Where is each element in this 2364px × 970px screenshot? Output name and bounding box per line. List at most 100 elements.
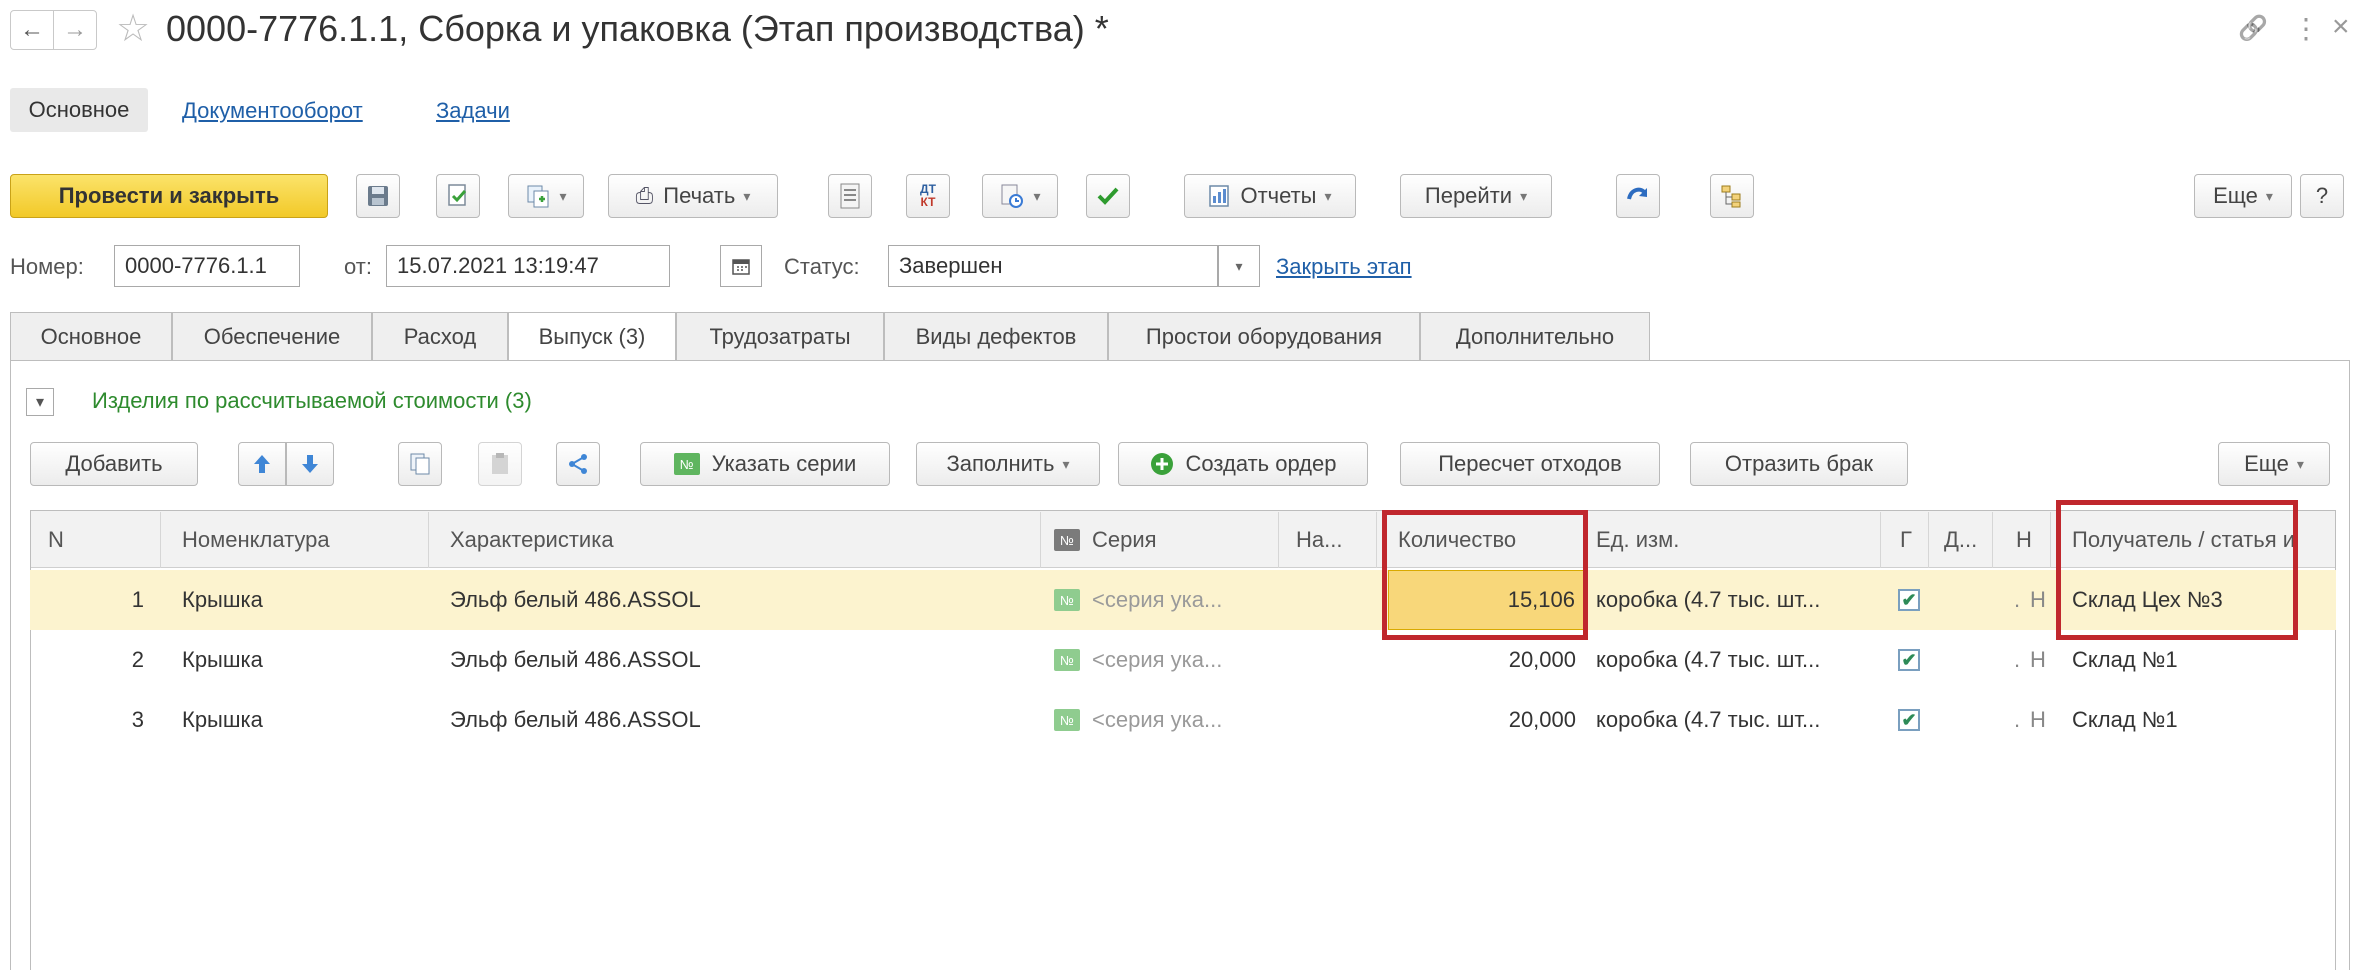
checkbox[interactable]: ✔ — [1898, 589, 1920, 611]
cell-unit[interactable]: коробка (4.7 тыс. шт... — [1596, 630, 1886, 690]
checkbox[interactable]: ✔ — [1898, 649, 1920, 671]
post-document-button[interactable] — [436, 174, 480, 218]
cell-g-checkbox[interactable]: ✔ — [1898, 630, 1938, 690]
reflect-defect-button[interactable]: Отразить брак — [1690, 442, 1908, 486]
more-options-icon[interactable]: ⋮ — [2292, 12, 2320, 45]
reports-button[interactable]: Отчеты ▾ — [1184, 174, 1356, 218]
help-button[interactable]: ? — [2300, 174, 2344, 218]
cell-n[interactable]: 3 — [48, 690, 144, 750]
structure-button[interactable]: ▾ — [982, 174, 1058, 218]
col-header-unit[interactable]: Ед. изм. — [1596, 512, 1679, 568]
cell-characteristic[interactable]: Эльф белый 486.ASSOL — [450, 690, 1050, 750]
paste-button[interactable] — [478, 442, 522, 486]
copy-icon — [410, 453, 430, 475]
col-header-na[interactable]: На... — [1296, 512, 1342, 568]
follow-link-button[interactable] — [1616, 174, 1660, 218]
tab-7[interactable]: Дополнительно — [1420, 312, 1650, 360]
share-button[interactable] — [556, 442, 600, 486]
cell-characteristic[interactable]: Эльф белый 486.ASSOL — [450, 570, 1050, 630]
report-icon — [1209, 185, 1230, 207]
cell-n[interactable]: 2 — [48, 630, 144, 690]
top-tab-main[interactable]: Основное — [10, 88, 148, 132]
close-icon[interactable]: × — [2332, 10, 2350, 44]
cell-h[interactable]: Н — [2030, 690, 2060, 750]
tab-6[interactable]: Простои оборудования — [1108, 312, 1420, 360]
cell-characteristic[interactable]: Эльф белый 486.ASSOL — [450, 630, 1050, 690]
cell-unit[interactable]: коробка (4.7 тыс. шт... — [1596, 690, 1886, 750]
tab-4[interactable]: Трудозатраты — [676, 312, 884, 360]
cell-quantity[interactable]: 20,000 — [1388, 690, 1584, 750]
cell-nomenclature[interactable]: Крышка — [182, 630, 442, 690]
nav-forward-button[interactable]: → — [53, 10, 97, 50]
tab-0[interactable]: Основное — [10, 312, 172, 360]
col-header-n[interactable]: N — [48, 512, 64, 568]
save-button[interactable] — [356, 174, 400, 218]
col-header-nomenclature[interactable]: Номенклатура — [182, 512, 330, 568]
arrow-right-icon: → — [63, 16, 87, 43]
cell-recipient[interactable]: Склад №1 — [2072, 690, 2332, 750]
tab-label: Расход — [403, 323, 477, 349]
cell-series[interactable]: № <серия ука... — [1054, 630, 1294, 690]
date-field[interactable]: 15.07.2021 13:19:47 — [386, 245, 670, 287]
fill-button[interactable]: Заполнить ▾ — [916, 442, 1100, 486]
col-header-h[interactable]: Н — [2016, 512, 2032, 568]
toolbar-more-label: Еще — [2213, 183, 2258, 208]
cell-unit[interactable]: коробка (4.7 тыс. шт... — [1596, 570, 1886, 630]
tab-label: Обеспечение — [203, 323, 341, 349]
table-more-button[interactable]: Еще ▾ — [2218, 442, 2330, 486]
specify-series-button[interactable]: № Указать серии — [640, 442, 890, 486]
post-and-close-button[interactable]: Провести и закрыть — [10, 174, 328, 218]
cell-nomenclature[interactable]: Крышка — [182, 690, 442, 750]
create-based-on-button[interactable]: ▾ — [508, 174, 584, 218]
favorite-star-icon[interactable]: ☆ — [116, 6, 150, 51]
group-toggle-button[interactable]: ▾ — [26, 388, 54, 416]
check-button[interactable] — [1086, 174, 1130, 218]
cell-nomenclature[interactable]: Крышка — [182, 570, 442, 630]
chevron-down-icon: ▾ — [2296, 455, 2304, 472]
status-select[interactable]: Завершен — [888, 245, 1218, 287]
status-dropdown-button[interactable]: ▾ — [1218, 245, 1260, 287]
calendar-button[interactable] — [720, 245, 762, 287]
cell-n[interactable]: 1 — [48, 570, 144, 630]
dt-kt-button[interactable]: ДТ КТ — [906, 174, 950, 218]
goto-button[interactable]: Перейти ▾ — [1400, 174, 1552, 218]
add-button[interactable]: Добавить — [30, 442, 198, 486]
move-down-button[interactable] — [286, 442, 334, 486]
tab-label: Виды дефектов — [915, 323, 1077, 349]
create-order-button[interactable]: Создать ордер — [1118, 442, 1368, 486]
cell-series[interactable]: № <серия ука... — [1054, 690, 1294, 750]
top-tab-docflow[interactable]: Документооборот — [182, 98, 363, 124]
cell-g-checkbox[interactable]: ✔ — [1898, 570, 1938, 630]
table-header-row — [31, 511, 2335, 568]
top-tab-tasks[interactable]: Задачи — [436, 98, 510, 124]
print-button[interactable]: ⎙ Печать ▾ — [608, 174, 778, 218]
toolbar-more-button[interactable]: Еще ▾ — [2194, 174, 2292, 218]
cell-g-checkbox[interactable]: ✔ — [1898, 690, 1938, 750]
number-field[interactable]: 0000-7776.1.1 — [114, 245, 300, 287]
nav-back-button[interactable]: ← — [10, 10, 54, 50]
col-header-d[interactable]: Д... — [1944, 512, 1977, 568]
col-header-g[interactable]: Г — [1900, 512, 1912, 568]
calendar-icon — [732, 259, 750, 275]
tab-3[interactable]: Выпуск (3) — [508, 312, 676, 361]
tab-2[interactable]: Расход — [372, 312, 508, 360]
tab-label: Дополнительно — [1455, 323, 1615, 349]
table-row[interactable]: 2 Крышка Эльф белый 486.ASSOL 20,000 коробка… — [30, 630, 2336, 690]
series-placeholder: <серия ука... — [1092, 707, 1223, 732]
col-header-characteristic[interactable]: Характеристика — [450, 512, 614, 568]
link-icon[interactable]: 🔗 — [2238, 14, 2268, 43]
checkbox[interactable]: ✔ — [1898, 709, 1920, 731]
col-header-series[interactable]: № Серия — [1054, 512, 1157, 568]
copy-button[interactable] — [398, 442, 442, 486]
tab-5[interactable]: Виды дефектов — [884, 312, 1108, 360]
close-stage-link[interactable]: Закрыть этап — [1276, 254, 1412, 280]
table-row[interactable]: 1 Крышка Эльф белый 486.ASSOL 15,106 коробка… — [30, 570, 2336, 630]
top-tab-main-label: Основное — [28, 97, 130, 122]
hierarchy-button[interactable] — [1710, 174, 1754, 218]
move-up-button[interactable] — [238, 442, 286, 486]
table-row[interactable]: 3 Крышка Эльф белый 486.ASSOL 20,000 коробка… — [30, 690, 2336, 750]
cell-series[interactable]: № <серия ука... — [1054, 570, 1294, 630]
tab-1[interactable]: Обеспечение — [172, 312, 372, 360]
document-journal-button[interactable] — [828, 174, 872, 218]
recalc-waste-button[interactable]: Пересчет отходов — [1400, 442, 1660, 486]
